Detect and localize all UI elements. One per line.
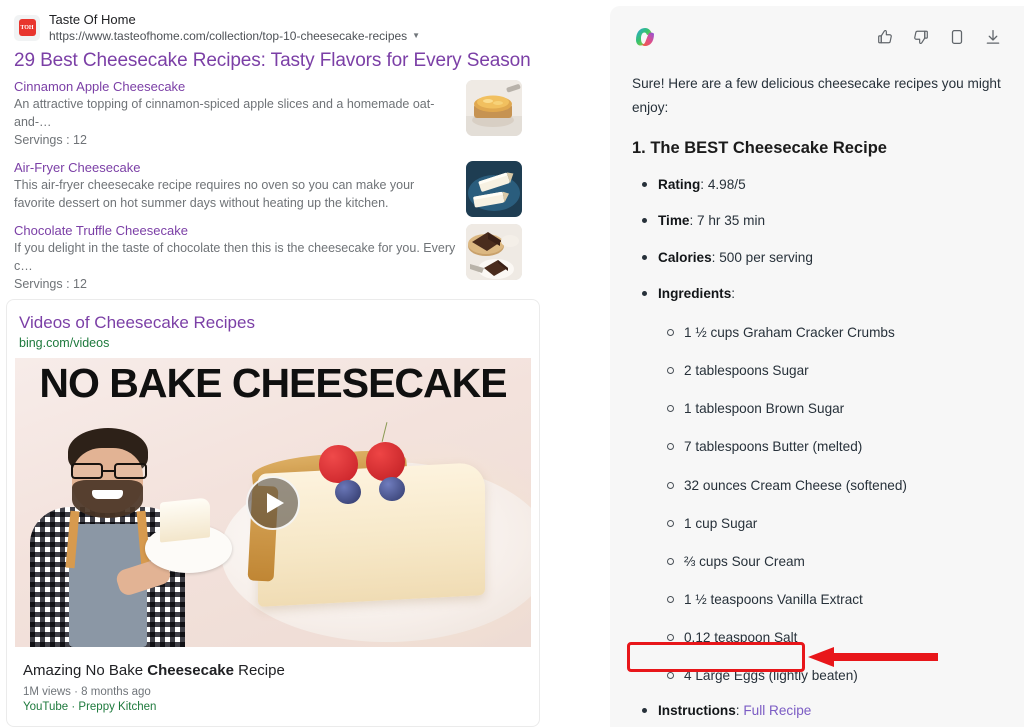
subresult-description: If you delight in the taste of chocolate… bbox=[14, 241, 456, 273]
subresult-description: An attractive topping of cinnamon-spiced… bbox=[14, 97, 435, 130]
copilot-panel-header bbox=[610, 6, 1024, 50]
glasses-lens-left bbox=[70, 462, 104, 480]
subresult-servings: Servings : 12 bbox=[14, 276, 87, 291]
list-item: 32 ounces Cream Cheese (softened) bbox=[658, 476, 1002, 495]
list-item: Air-Fryer Cheesecake This air-fryer chee… bbox=[14, 159, 532, 217]
taste-of-home-icon: TOH bbox=[18, 19, 36, 37]
calories-label: Calories bbox=[658, 249, 712, 265]
subresult-title-link[interactable]: Chocolate Truffle Cheesecake bbox=[14, 222, 458, 240]
copilot-response-panel: Sure! Here are a few delicious cheesecak… bbox=[610, 6, 1024, 727]
site-url-row: https://www.tasteofhome.com/collection/t… bbox=[49, 29, 420, 44]
list-item: 1 cup Sugar bbox=[658, 514, 1002, 533]
full-recipe-link[interactable]: Full Recipe bbox=[743, 703, 811, 718]
subresult-title-link[interactable]: Cinnamon Apple Cheesecake bbox=[14, 78, 458, 96]
list-item-instructions: Instructions: Full Recipe bbox=[632, 701, 1002, 721]
thumbnail-overlay-text: NO BAKE CHEESECAKE bbox=[39, 360, 507, 407]
organic-result-card: TOH Taste Of Home https://www.tasteofhom… bbox=[0, 0, 546, 348]
glasses-icon bbox=[70, 462, 147, 480]
copilot-logo bbox=[632, 24, 658, 50]
ingredients-colon: : bbox=[731, 286, 736, 301]
rating-label: Rating bbox=[658, 176, 701, 192]
list-item-calories: Calories: 500 per serving bbox=[632, 248, 1002, 268]
instructions-label: Instructions bbox=[658, 702, 736, 718]
subresult-title-link[interactable]: Air-Fryer Cheesecake bbox=[14, 159, 458, 177]
time-label: Time bbox=[658, 213, 690, 229]
screenshot-root: TOH Taste Of Home https://www.tasteofhom… bbox=[0, 0, 1024, 727]
site-meta: Taste Of Home https://www.tasteofhome.co… bbox=[49, 12, 420, 44]
list-item-rating: Rating: 4.98/5 bbox=[632, 175, 1002, 195]
search-results-column: TOH Taste Of Home https://www.tasteofhom… bbox=[0, 0, 546, 727]
copilot-intro-text: Sure! Here are a few delicious cheesecak… bbox=[632, 76, 1001, 115]
play-icon bbox=[266, 492, 284, 513]
result-title-link[interactable]: 29 Best Cheesecake Recipes: Tasty Flavor… bbox=[14, 50, 532, 73]
copilot-logo-icon bbox=[636, 28, 654, 46]
list-item: ⅔ cups Sour Cream bbox=[658, 552, 1002, 571]
list-item: 4 Large Eggs (lightly beaten) bbox=[658, 666, 1002, 685]
list-item: 0.12 teaspoon Salt bbox=[658, 628, 1002, 647]
strawberry-icon bbox=[365, 442, 406, 482]
videos-card-header: Videos of Cheesecake Recipes bing.com/vi… bbox=[7, 300, 539, 350]
subresults-list: Cinnamon Apple Cheesecake An attractive … bbox=[14, 78, 532, 294]
video-meta: Amazing No Bake Cheesecake Recipe 1M vie… bbox=[7, 647, 539, 713]
videos-title-link[interactable]: Videos of Cheesecake Recipes bbox=[19, 313, 527, 333]
list-item: 1 tablespoon Brown Sugar bbox=[658, 399, 1002, 418]
glasses-bridge bbox=[103, 470, 114, 473]
copy-icon[interactable] bbox=[948, 28, 966, 46]
thumb-art bbox=[466, 160, 522, 217]
beard bbox=[72, 480, 144, 518]
air-fryer-cheesecake-thumbnail[interactable] bbox=[466, 160, 522, 217]
site-url: https://www.tasteofhome.com/collection/t… bbox=[49, 28, 408, 43]
blueberry-icon bbox=[334, 479, 361, 505]
strawberry-icon bbox=[319, 445, 358, 483]
list-item: Chocolate Truffle Cheesecake If you deli… bbox=[14, 222, 532, 294]
cinnamon-apple-cheesecake-thumbnail[interactable] bbox=[466, 79, 522, 136]
list-item-time: Time: 7 hr 35 min bbox=[632, 211, 1002, 231]
video-stats: 1M views · 8 months ago bbox=[23, 685, 151, 698]
blueberry-icon bbox=[378, 476, 405, 502]
recipe-1-details-list: Rating: 4.98/5 Time: 7 hr 35 min Calorie… bbox=[632, 175, 1002, 721]
video-title-link[interactable]: Amazing No Bake Cheesecake Recipe bbox=[23, 661, 539, 681]
glasses-lens-right bbox=[113, 462, 147, 480]
video-thumbnail[interactable]: NO BAKE CHEESECAKE bbox=[15, 358, 531, 648]
smile bbox=[92, 490, 124, 500]
site-row[interactable]: TOH Taste Of Home https://www.tasteofhom… bbox=[14, 12, 532, 44]
thumbs-down-icon[interactable] bbox=[912, 28, 930, 46]
video-title-suffix: Recipe bbox=[233, 662, 285, 680]
list-item-ingredients: Ingredients: 1 ½ cups Graham Cracker Cru… bbox=[632, 284, 1002, 685]
calories-value: : 500 per serving bbox=[711, 249, 813, 265]
site-name: Taste Of Home bbox=[49, 12, 136, 27]
rating-value: : 4.98/5 bbox=[700, 176, 746, 192]
ingredients-list: 1 ½ cups Graham Cracker Crumbs 2 tablesp… bbox=[658, 323, 1002, 684]
list-item: 1 ½ cups Graham Cracker Crumbs bbox=[658, 323, 1002, 342]
recipe-1-heading: 1. The BEST Cheesecake Recipe bbox=[632, 138, 887, 157]
list-item: 1 ½ teaspoons Vanilla Extract bbox=[658, 590, 1002, 609]
held-cheesecake-slice bbox=[160, 497, 211, 543]
download-icon[interactable] bbox=[984, 28, 1002, 46]
thumb-art bbox=[466, 79, 522, 136]
list-item: 2 tablespoons Sugar bbox=[658, 361, 1002, 380]
thumbs-up-icon[interactable] bbox=[876, 28, 894, 46]
video-source[interactable]: YouTube · Preppy Kitchen bbox=[23, 701, 539, 713]
favicon: TOH bbox=[14, 14, 40, 41]
presenter-figure bbox=[30, 427, 232, 648]
videos-card: Videos of Cheesecake Recipes bing.com/vi… bbox=[6, 299, 540, 727]
copilot-message-body: Sure! Here are a few delicious cheesecak… bbox=[610, 50, 1024, 727]
video-title-keyword: Cheesecake bbox=[147, 662, 234, 680]
play-button[interactable] bbox=[246, 475, 300, 530]
list-item: 7 tablespoons Butter (melted) bbox=[658, 437, 1002, 456]
subresult-description: This air-fryer cheesecake recipe require… bbox=[14, 178, 415, 210]
chevron-down-icon[interactable]: ▼ bbox=[412, 31, 420, 41]
videos-source-url: bing.com/videos bbox=[19, 336, 110, 351]
thumb-art bbox=[466, 223, 522, 280]
time-value: : 7 hr 35 min bbox=[689, 213, 766, 229]
copilot-action-bar bbox=[876, 28, 1002, 46]
chocolate-truffle-cheesecake-thumbnail[interactable] bbox=[466, 223, 522, 280]
ingredients-label: Ingredients bbox=[658, 286, 732, 301]
subresult-servings: Servings : 12 bbox=[14, 132, 87, 147]
video-title-prefix: Amazing No Bake bbox=[23, 662, 148, 680]
list-item: Cinnamon Apple Cheesecake An attractive … bbox=[14, 78, 532, 150]
